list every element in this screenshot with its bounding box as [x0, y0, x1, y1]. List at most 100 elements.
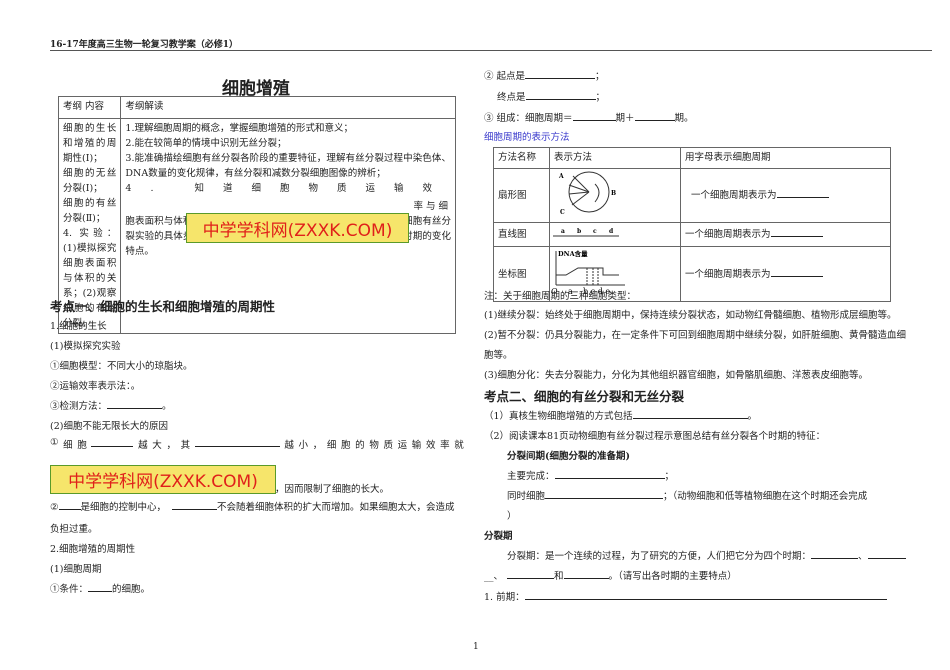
y-label: DNA含量: [558, 249, 588, 258]
line-chart-icon: a b c d: [553, 228, 619, 237]
fill-blank[interactable]: [572, 111, 616, 121]
fill-blank[interactable]: [88, 582, 113, 592]
note-line: (3)细胞分化：失去分裂能力，分化为其他组织器官细胞，如骨骼肌细胞、洋葱表皮细胞…: [484, 370, 868, 381]
fill-blank[interactable]: [563, 569, 609, 579]
char: ①: [50, 437, 59, 448]
label: ③ 组成：细胞周期＝: [484, 113, 573, 124]
fill-blank[interactable]: [91, 437, 134, 447]
justified-line: ① 细胞越大，其越小，细胞的物质运输效率就: [50, 437, 464, 451]
fill-blank[interactable]: [524, 590, 887, 600]
text-line: ，因而限制了细胞的长大。: [275, 484, 390, 495]
section-heading-1: 考点一、细胞的生长和细胞增殖的周期性: [50, 299, 276, 314]
label: ；: [664, 471, 675, 482]
label: ②: [50, 502, 59, 513]
fill-blank[interactable]: [525, 90, 596, 100]
label: 一个细胞周期表示为: [691, 190, 777, 201]
text-line: __、 和 。（请写出各时期的主要特点）: [484, 568, 737, 582]
method-name: 扇形图: [493, 168, 550, 223]
content-line: 4. 实验：(1)模拟探究细胞表面积与体积的关系；(2)观察细胞的有丝分裂。: [63, 228, 117, 329]
interp-line: 4. 知道细胞物质运输效: [125, 183, 451, 194]
label: 一个细胞周期表示为: [685, 229, 771, 240]
line-diagram: a b c d: [549, 222, 681, 247]
label-c: C: [560, 209, 565, 216]
label: ；: [595, 71, 605, 82]
label: （1）真核生物细胞增殖的方式包括: [484, 411, 633, 422]
char: 其: [180, 440, 191, 451]
fill-blank[interactable]: [867, 549, 906, 559]
fill-blank[interactable]: [507, 569, 555, 579]
char: 胞: [77, 440, 87, 451]
label: ③检测方法：: [50, 401, 108, 412]
fill-blank[interactable]: [545, 489, 664, 499]
subheading: 分裂期: [484, 531, 513, 542]
watermark-banner: 中学学科网(ZXXK.COM): [186, 213, 409, 243]
text-line: ③检测方法： 。: [50, 398, 172, 412]
label: 期＋: [615, 113, 635, 124]
label: 同时细胞: [507, 491, 546, 502]
fill-blank[interactable]: [770, 267, 823, 277]
page-number: 1: [473, 642, 479, 652]
section-heading-2: 考点二、细胞的有丝分裂和无丝分裂: [484, 389, 685, 404]
text-line: ）: [507, 511, 517, 522]
label: 分裂期：是一个连续的过程，为了研究的方便，人们把它分为四个时期：: [507, 551, 812, 562]
fill-blank[interactable]: [770, 227, 823, 237]
cycle-methods-table: 方法名称 表示方法 用字母表示细胞周期 扇形图 ABC 一个细胞周期表示为 直线图 …: [493, 147, 891, 302]
fill-blank[interactable]: [776, 188, 829, 198]
watermark-banner: 中学学科网(ZXXK.COM): [50, 465, 276, 494]
char: ，: [166, 440, 176, 451]
char: 细: [326, 440, 337, 451]
label: 期。: [674, 113, 694, 124]
label: 的细胞。: [112, 584, 151, 595]
fill-blank[interactable]: [554, 469, 665, 479]
document-page: 16-17年度高三生物一轮复习教学案（必修1） 细胞增殖 考纲 内容 考纲解读 细…: [0, 0, 950, 670]
char: 物: [369, 440, 379, 451]
col2-head: 考纲解读: [120, 96, 456, 119]
label: __、: [484, 571, 504, 582]
label: 。（请写出各时期的主要特点）: [608, 571, 737, 582]
fill-blank[interactable]: [811, 549, 859, 559]
fan-diagram: A B C: [549, 168, 681, 223]
fill-blank[interactable]: [632, 409, 748, 419]
running-header: 16-17年度高三生物一轮复习教学案（必修1）: [50, 40, 239, 50]
label: 是细胞的控制中心，: [80, 502, 167, 513]
interp-line: 率与细: [413, 201, 451, 212]
fill-blank[interactable]: [525, 69, 596, 79]
char: 越: [284, 440, 294, 451]
th: 用字母表示细胞周期: [680, 147, 891, 169]
col1-head: 考纲 内容: [57, 96, 122, 119]
fill-blank[interactable]: [172, 500, 218, 510]
label: ；: [595, 92, 606, 103]
seg-a: a: [561, 228, 565, 235]
th: 表示方法: [549, 147, 681, 169]
text-line: (1)细胞周期: [50, 564, 102, 575]
fill-blank[interactable]: [58, 500, 81, 510]
char: 效: [425, 440, 436, 451]
char: 质: [383, 440, 393, 451]
label: 和: [554, 571, 564, 582]
label: 。: [162, 401, 172, 412]
fill-blank[interactable]: [107, 399, 163, 409]
char: 就: [454, 440, 464, 451]
text-line: ②运输效率表示法：。: [50, 381, 141, 392]
subheading: 分裂间期(细胞分裂的准备期): [507, 451, 630, 462]
text-line: ①条件： 的细胞。: [50, 581, 150, 595]
fill-blank[interactable]: [194, 437, 280, 447]
text-line: 2.细胞增殖的周期性: [50, 544, 136, 555]
note-line: (2)暂不分裂：仍具分裂能力，在一定条件下可回到细胞周期中继续分裂，如肝脏细胞、…: [484, 330, 906, 341]
content-line: 细胞的无丝分裂(Ⅰ)；: [63, 168, 117, 194]
fill-blank[interactable]: [634, 111, 675, 121]
label: 不会随着细胞体积的扩大而增加。如果细胞太大，会造成: [217, 502, 455, 513]
seg-d: d: [609, 228, 614, 235]
note-line: 注：关于细胞周期的三种细胞类型：: [484, 291, 637, 302]
text-line: ③ 组成：细胞周期＝ 期＋ 期。: [484, 110, 694, 124]
answer-cell: 一个细胞周期表示为: [680, 222, 891, 247]
char: 越: [138, 440, 148, 451]
text-line: (2)细胞不能无限长大的原因: [50, 421, 168, 432]
text-line: 主要完成： ；: [507, 468, 674, 482]
content-line: 细胞的生长和增殖的周期性(Ⅰ)；: [63, 123, 117, 164]
label: 终点是: [497, 92, 526, 103]
label: 一个细胞周期表示为: [685, 268, 771, 280]
text-line: 分裂期：是一个连续的过程，为了研究的方便，人们把它分为四个时期： 、: [507, 548, 906, 562]
answer-cell: 一个细胞周期表示为: [680, 246, 891, 302]
text-line: ② 起点是 ；: [484, 68, 605, 82]
